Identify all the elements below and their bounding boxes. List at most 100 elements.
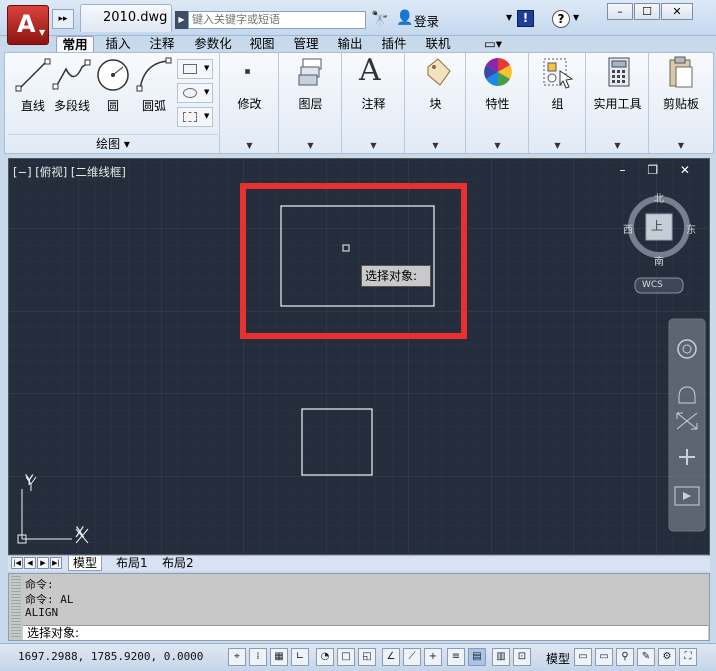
search-input[interactable] — [188, 11, 366, 29]
first-tab-icon[interactable]: |◀ — [11, 557, 23, 569]
boundary-icon — [183, 112, 197, 122]
clean-screen-icon[interactable]: ⛶ — [679, 648, 697, 666]
boundary-button[interactable]: ▼ — [177, 107, 213, 127]
command-history-line: 命令: — [25, 578, 54, 591]
rectangle-button[interactable]: ▼ — [177, 59, 213, 79]
annotation-scale-icon[interactable]: ⚲ — [616, 648, 634, 666]
cursor-coordinates[interactable]: 1697.2988, 1785.9200, 0.0000 — [18, 650, 203, 663]
layers-panel[interactable]: 图层 ▼ — [280, 53, 342, 153]
viewcube-north[interactable]: 北 — [654, 190, 664, 205]
chevron-down-icon[interactable]: ▼ — [506, 13, 512, 22]
ucs-x-label: X — [75, 525, 85, 541]
block-panel[interactable]: 块 ▼ — [406, 53, 466, 153]
info-center-button[interactable]: ! — [517, 10, 534, 27]
tab-annotate[interactable]: 注释 — [144, 36, 180, 53]
command-window-grip[interactable] — [11, 576, 21, 638]
command-input[interactable]: 选择对象: — [23, 625, 708, 640]
lineweight-icon[interactable]: ≡ — [447, 648, 465, 666]
quick-properties-icon[interactable]: ▥ — [492, 648, 510, 666]
binoculars-icon[interactable]: 🔭 — [371, 11, 388, 27]
tab-layout1[interactable]: 布局1 — [112, 556, 152, 571]
group-panel[interactable]: 组 ▼ — [530, 53, 586, 153]
viewcube-west[interactable]: 西 — [623, 221, 633, 236]
circle-button[interactable]: 圆 — [93, 57, 133, 117]
drawing-grid — [9, 159, 709, 554]
tab-parametric[interactable]: 参数化 — [188, 36, 238, 53]
layout-tab-bar: |◀ ◀ ▶ ▶| 模型 布局1 布局2 — [8, 555, 710, 571]
circle-icon — [97, 59, 129, 91]
polyline-button[interactable]: 多段线 — [51, 57, 93, 117]
next-tab-icon[interactable]: ▶ — [37, 557, 49, 569]
quick-view-drawings-icon[interactable]: ▭ — [595, 648, 613, 666]
tab-view[interactable]: 视图 — [244, 36, 280, 53]
polar-tracking-icon[interactable]: ◔ — [316, 648, 334, 666]
drawing-canvas[interactable]: [−] [俯视] [二维线框] – ❐ ✕ 选择对象: 上 北 南 东 西 WC… — [8, 158, 710, 555]
prev-tab-icon[interactable]: ◀ — [24, 557, 36, 569]
application-menu-button[interactable]: A ▼ — [7, 5, 49, 45]
hatch-button[interactable]: ▼ — [177, 83, 213, 103]
utilities-label: 实用工具 — [593, 97, 642, 111]
wcs-menu[interactable]: WCS — [642, 280, 663, 290]
viewport-label[interactable]: [−] [俯视] [二维线框] — [13, 164, 126, 180]
layers-icon — [298, 58, 322, 86]
block-label: 块 — [429, 97, 442, 111]
chevron-down-icon: ▼ — [614, 141, 621, 150]
dynamic-input-icon[interactable]: + — [424, 648, 442, 666]
help-button[interactable]: ? — [552, 10, 570, 28]
viewport-controls[interactable]: – ❐ ✕ — [620, 163, 699, 177]
tab-manage[interactable]: 管理 — [288, 36, 324, 53]
last-tab-icon[interactable]: ▶| — [50, 557, 62, 569]
command-window: 命令: 命令: AL ALIGN 选择对象: — [8, 573, 710, 641]
search-expand-icon[interactable]: ▶ — [175, 11, 188, 29]
viewcube-east[interactable]: 东 — [686, 221, 696, 236]
3d-object-snap-icon[interactable]: ◱ — [358, 648, 376, 666]
draw-panel-footer[interactable]: 绘图 ▾ — [8, 134, 218, 151]
circle-label: 圆 — [106, 99, 119, 113]
ucs-y-label: Y — [25, 473, 34, 489]
dynamic-ucs-icon[interactable]: ⟋ — [403, 648, 421, 666]
tab-output[interactable]: 输出 — [332, 36, 368, 53]
ribbon-display-toggle[interactable]: ▭▾ — [478, 36, 508, 53]
tab-home[interactable]: 常用 — [56, 36, 94, 53]
object-snap-icon[interactable]: □ — [337, 648, 355, 666]
utilities-panel[interactable]: 实用工具 ▼ — [587, 53, 649, 153]
tab-model[interactable]: 模型 — [68, 556, 103, 571]
close-button[interactable]: ✕ — [661, 3, 693, 20]
selection-cycling-icon[interactable]: ⊡ — [513, 648, 531, 666]
tab-insert[interactable]: 插入 — [100, 36, 136, 53]
quick-access-expand-button[interactable]: ▸▸ — [52, 9, 74, 29]
viewcube-top-face[interactable]: 上 — [651, 217, 663, 234]
tab-layout2[interactable]: 布局2 — [158, 556, 198, 571]
modify-panel[interactable]: 修改 ▼ — [221, 53, 279, 153]
login-link[interactable]: 登录 — [414, 11, 439, 30]
chevron-down-icon[interactable]: ▼ — [573, 13, 579, 22]
clipboard-panel[interactable]: 剪贴板 ▼ — [650, 53, 712, 153]
object-snap-tracking-icon[interactable]: ∠ — [382, 648, 400, 666]
workspace-switching-icon[interactable]: ⚙ — [658, 648, 676, 666]
quick-view-layouts-icon[interactable]: ▭ — [574, 648, 592, 666]
tab-online[interactable]: 联机 — [420, 36, 456, 53]
viewcube-south[interactable]: 南 — [654, 253, 664, 268]
properties-panel[interactable]: 特性 ▼ — [467, 53, 529, 153]
tab-plugins[interactable]: 插件 — [376, 36, 412, 53]
ribbon-tab-bar: 常用 插入 注释 参数化 视图 管理 输出 插件 联机 ▭▾ — [0, 36, 716, 53]
maximize-button[interactable]: ☐ — [634, 3, 660, 20]
document-tab[interactable]: 2010.dwg — [80, 4, 172, 32]
select-objects-tooltip: 选择对象: — [361, 265, 431, 287]
minimize-button[interactable]: – — [607, 3, 633, 20]
annotation-visibility-icon[interactable]: ✎ — [637, 648, 655, 666]
group-label: 组 — [551, 97, 564, 111]
snap-mode-icon[interactable]: ⁞ — [249, 648, 267, 666]
transparency-icon[interactable]: ▤ — [468, 648, 486, 666]
line-button[interactable]: 直线 — [13, 57, 53, 117]
arc-button[interactable]: 圆弧 — [133, 57, 175, 117]
model-space-button[interactable]: 模型 — [546, 650, 570, 667]
annotation-panel[interactable]: A 注释 ▼ — [343, 53, 405, 153]
navigation-bar[interactable] — [668, 318, 706, 532]
chevron-down-icon: ▼ — [494, 141, 501, 150]
ortho-mode-icon[interactable]: ∟ — [291, 648, 309, 666]
chevron-down-icon: ▼ — [204, 112, 210, 120]
user-icon[interactable]: 👤 — [396, 10, 413, 26]
infer-constraints-icon[interactable]: ⌖ — [228, 648, 246, 666]
grid-display-icon[interactable]: ▦ — [270, 648, 288, 666]
